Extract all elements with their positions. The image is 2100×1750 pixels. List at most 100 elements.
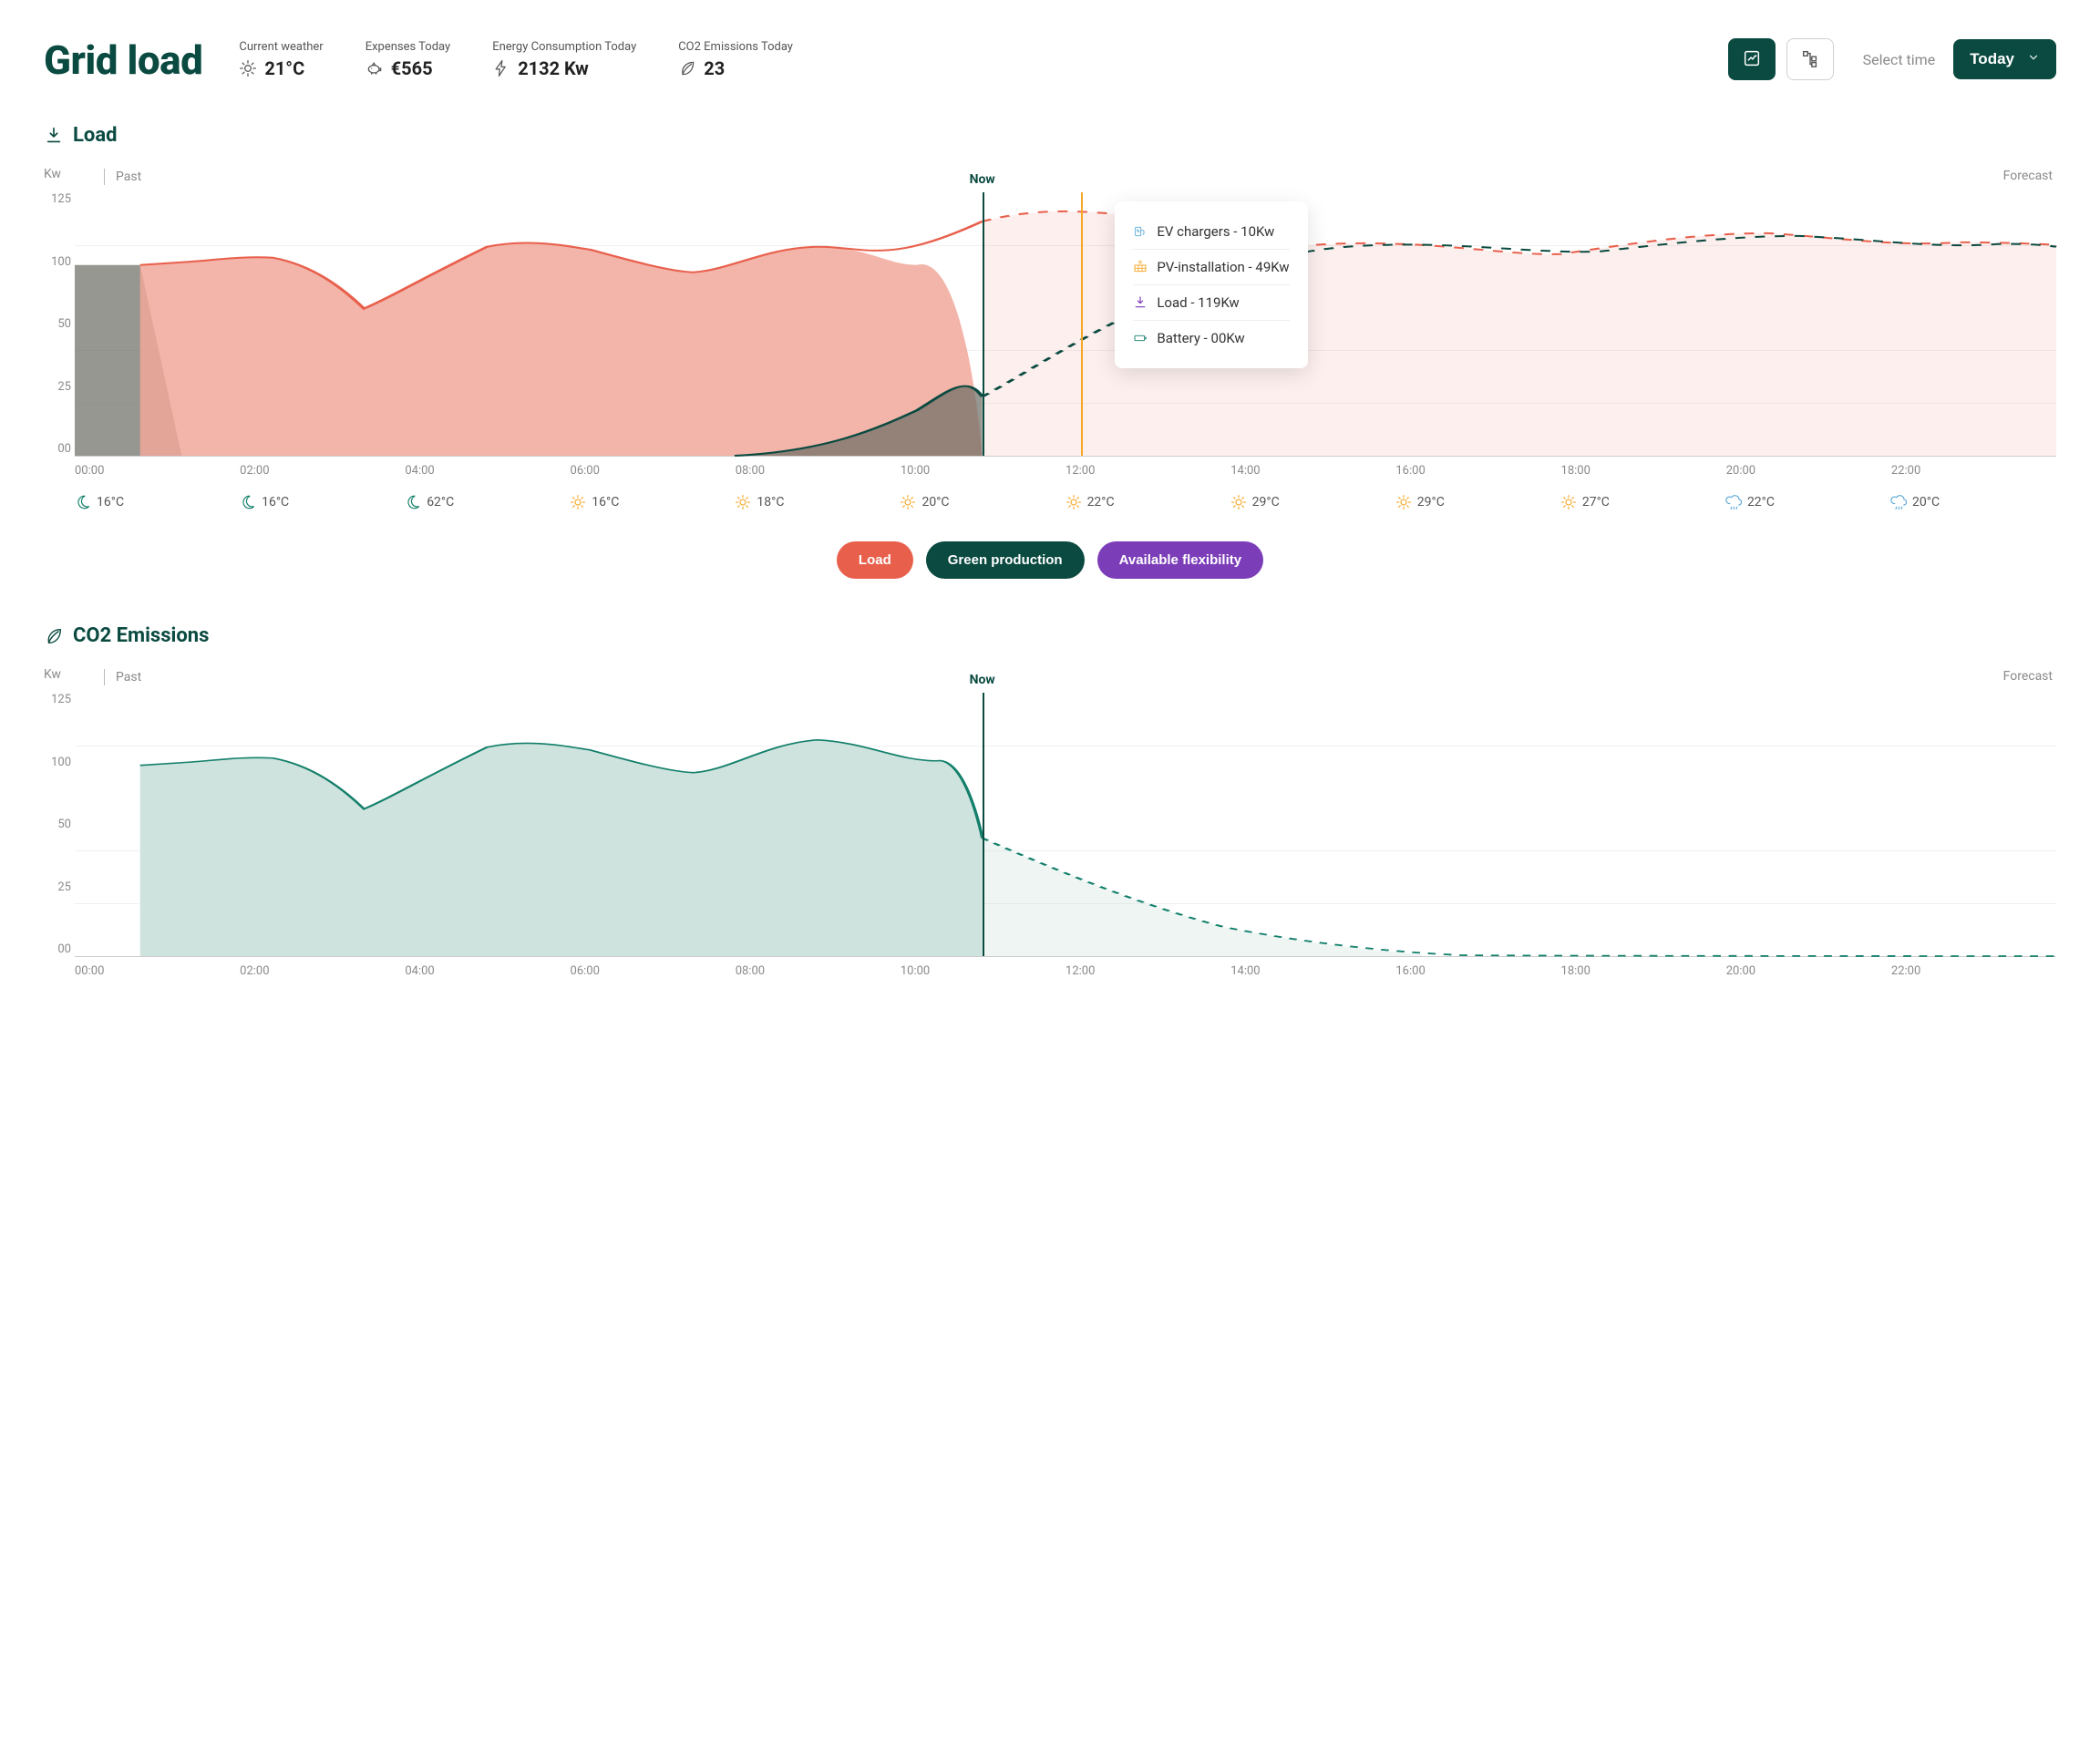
chart-view-button[interactable] bbox=[1728, 38, 1776, 80]
tree-icon bbox=[1800, 48, 1820, 71]
forecast-label: Forecast bbox=[2003, 669, 2053, 685]
sun-icon bbox=[735, 494, 751, 510]
stat-weather: Current weather 21°C bbox=[239, 40, 323, 79]
weather-temp: 16°C bbox=[592, 495, 619, 510]
stat-value: 23 bbox=[704, 57, 725, 79]
stat-energy: Energy Consumption Today 2132 Kw bbox=[492, 40, 636, 79]
weather-temp: 29°C bbox=[1417, 495, 1445, 510]
tooltip-load: Load - 119Kw bbox=[1133, 285, 1289, 321]
weather-temp: 62°C bbox=[427, 495, 454, 510]
section-title: CO2 Emissions bbox=[73, 624, 209, 647]
weather-temp: 22°C bbox=[1087, 495, 1115, 510]
x-axis-labels: 00:00 02:00 04:00 06:00 08:00 10:00 12:0… bbox=[75, 964, 2056, 978]
download-icon bbox=[1133, 295, 1148, 310]
stat-value: 2132 Kw bbox=[518, 57, 589, 79]
chart-tooltip: EV chargers - 10Kw PV-installation - 49K… bbox=[1115, 201, 1307, 368]
select-time-label: Select time bbox=[1863, 51, 1936, 68]
leaf-icon bbox=[44, 626, 64, 646]
battery-icon bbox=[1133, 331, 1148, 345]
y-axis-unit: Kw bbox=[44, 167, 61, 181]
weather-item: 22°C bbox=[1065, 494, 1230, 510]
now-label: Now bbox=[970, 673, 995, 687]
stat-label: Energy Consumption Today bbox=[492, 40, 636, 54]
weather-item: 29°C bbox=[1395, 494, 1560, 510]
weather-row: 16°C 16°C 62°C 16°C 18°C 20°C 22°C 29°C 29°C 27°C… bbox=[75, 494, 2056, 510]
load-plot-svg bbox=[75, 192, 2056, 456]
leaf-icon bbox=[678, 59, 696, 77]
y-axis-unit: Kw bbox=[44, 667, 61, 682]
chevron-down-icon bbox=[2027, 50, 2040, 68]
weather-item: 29°C bbox=[1230, 494, 1395, 510]
now-divider bbox=[983, 693, 984, 956]
stat-co2: CO2 Emissions Today 23 bbox=[678, 40, 793, 79]
ev-charger-icon bbox=[1133, 224, 1148, 239]
weather-item: 20°C bbox=[1890, 494, 2055, 510]
load-chart-wrapper: Kw Past Forecast 125 100 50 25 00 bbox=[44, 169, 2056, 510]
sun-icon bbox=[1065, 494, 1082, 510]
moon-icon bbox=[75, 494, 91, 510]
load-chart[interactable]: 125 100 50 25 00 Now bbox=[75, 192, 2056, 457]
moon-icon bbox=[405, 494, 421, 510]
x-axis-labels: 00:00 02:00 04:00 06:00 08:00 10:00 12:0… bbox=[75, 464, 2056, 478]
time-range-label: Today bbox=[1970, 50, 2014, 68]
tree-view-button[interactable] bbox=[1786, 38, 1834, 80]
piggy-icon bbox=[365, 59, 384, 77]
now-label: Now bbox=[970, 172, 995, 187]
tooltip-ev: EV chargers - 10Kw bbox=[1133, 214, 1289, 250]
forecast-label: Forecast bbox=[2003, 169, 2053, 185]
weather-temp: 16°C bbox=[262, 495, 289, 510]
weather-temp: 18°C bbox=[757, 495, 784, 510]
section-title: Load bbox=[73, 124, 117, 147]
page-title: Grid load bbox=[44, 36, 202, 84]
stat-expenses: Expenses Today €565 bbox=[365, 40, 451, 79]
weather-temp: 16°C bbox=[97, 495, 124, 510]
tooltip-battery: Battery - 00Kw bbox=[1133, 321, 1289, 355]
tooltip-pv: PV-installation - 49Kw bbox=[1133, 250, 1289, 285]
time-range-selector[interactable]: Today bbox=[1953, 39, 2056, 79]
y-axis-labels: 125 100 50 25 00 bbox=[44, 192, 71, 456]
weather-item: 20°C bbox=[900, 494, 1065, 510]
weather-item: 16°C bbox=[75, 494, 240, 510]
sun-icon bbox=[900, 494, 916, 510]
stat-label: CO2 Emissions Today bbox=[678, 40, 793, 54]
weather-item: 27°C bbox=[1560, 494, 1725, 510]
section-header-co2: CO2 Emissions bbox=[44, 624, 2056, 647]
pv-icon bbox=[1133, 260, 1148, 274]
stat-label: Current weather bbox=[239, 40, 323, 54]
co2-plot-svg bbox=[75, 693, 2056, 956]
stats-row: Current weather 21°C Expenses Today €565… bbox=[239, 36, 1691, 79]
series-toggle-pills: Load Green production Available flexibil… bbox=[44, 541, 2056, 579]
pill-green-production[interactable]: Green production bbox=[926, 541, 1085, 579]
weather-item: 18°C bbox=[735, 494, 900, 510]
stat-value: 21°C bbox=[264, 57, 304, 79]
co2-chart[interactable]: 125 100 50 25 00 Now bbox=[75, 693, 2056, 957]
past-label: Past bbox=[116, 670, 141, 685]
weather-temp: 29°C bbox=[1252, 495, 1280, 510]
weather-temp: 27°C bbox=[1582, 495, 1610, 510]
sun-icon bbox=[570, 494, 586, 510]
weather-temp: 22°C bbox=[1747, 495, 1775, 510]
rain-icon bbox=[1890, 494, 1907, 510]
pill-load[interactable]: Load bbox=[837, 541, 913, 579]
weather-temp: 20°C bbox=[1912, 495, 1940, 510]
sun-icon bbox=[1395, 494, 1412, 510]
stat-label: Expenses Today bbox=[365, 40, 451, 54]
sun-icon bbox=[1230, 494, 1247, 510]
rain-icon bbox=[1725, 494, 1742, 510]
past-label: Past bbox=[116, 170, 141, 184]
pill-available-flexibility[interactable]: Available flexibility bbox=[1097, 541, 1264, 579]
weather-item: 22°C bbox=[1725, 494, 1890, 510]
moon-icon bbox=[240, 494, 256, 510]
sun-icon bbox=[1560, 494, 1577, 510]
weather-item: 62°C bbox=[405, 494, 570, 510]
weather-item: 16°C bbox=[240, 494, 405, 510]
download-icon bbox=[44, 126, 64, 146]
now-divider bbox=[983, 192, 984, 456]
bolt-icon bbox=[492, 59, 510, 77]
co2-chart-wrapper: Kw Past Forecast 125 100 50 25 00 bbox=[44, 669, 2056, 978]
chart-icon bbox=[1742, 48, 1762, 71]
stat-value: €565 bbox=[391, 57, 433, 79]
section-header-load: Load bbox=[44, 124, 2056, 147]
sun-icon bbox=[239, 59, 257, 77]
weather-item: 16°C bbox=[570, 494, 735, 510]
